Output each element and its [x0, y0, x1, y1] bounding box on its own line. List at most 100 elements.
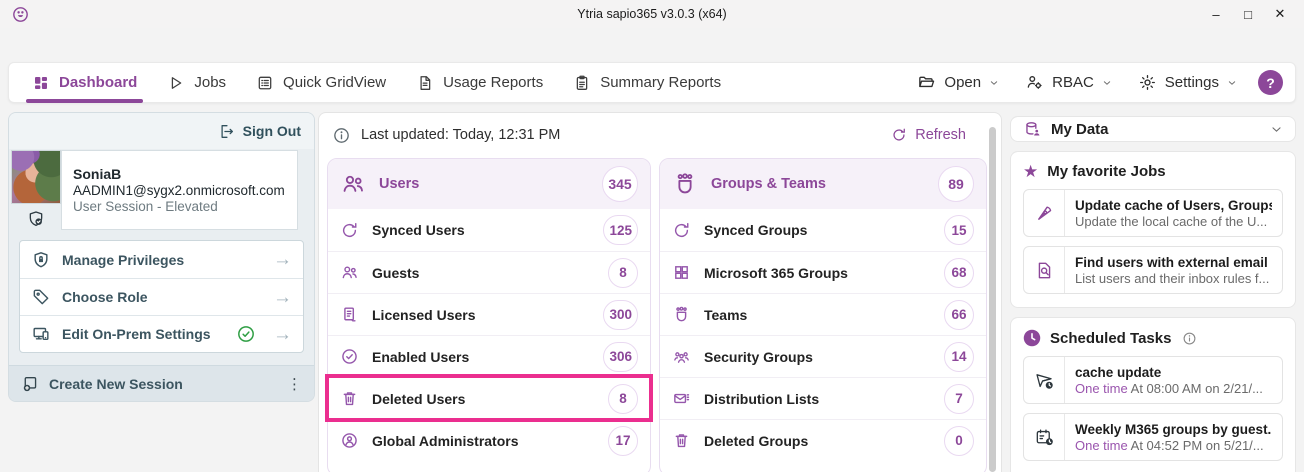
- tab-quick-gridview[interactable]: Quick GridView: [241, 63, 401, 102]
- manage-privileges-item[interactable]: Manage Privileges →: [20, 241, 303, 278]
- row-teams[interactable]: Teams 66: [660, 293, 986, 335]
- dashboard-panel: Last updated: Today, 12:31 PM Refresh Us…: [318, 112, 1002, 472]
- row-synced-users[interactable]: Synced Users 125: [328, 209, 650, 251]
- task-title: cache update: [1075, 365, 1272, 380]
- count-badge: 125: [603, 215, 638, 245]
- settings-menu[interactable]: Settings: [1125, 73, 1250, 92]
- favorite-job-item[interactable]: Find users with external email ... List …: [1023, 246, 1283, 294]
- user-email: AADMIN1@sygx2.onmicrosoft.com: [73, 183, 286, 198]
- job-title: Find users with external email ...: [1075, 255, 1272, 270]
- sign-out-label: Sign Out: [243, 123, 301, 139]
- on-prem-devices-icon: [31, 324, 51, 344]
- row-deleted-groups[interactable]: Deleted Groups 0: [660, 419, 986, 461]
- row-enabled-users[interactable]: Enabled Users 306: [328, 335, 650, 377]
- favorite-jobs-section: ★ My favorite Jobs Update cache of Users…: [1010, 151, 1296, 308]
- count-badge: 300: [603, 300, 638, 330]
- sync-icon: [672, 221, 691, 240]
- count-badge: 0: [944, 426, 974, 456]
- tab-usage-reports[interactable]: Usage Reports: [401, 63, 558, 102]
- help-button[interactable]: ?: [1258, 70, 1283, 95]
- arrow-right-icon: →: [273, 288, 292, 307]
- tab-jobs[interactable]: Jobs: [152, 63, 241, 102]
- choose-role-item[interactable]: Choose Role →: [20, 278, 303, 315]
- refresh-button[interactable]: Refresh: [891, 127, 966, 143]
- gear-icon: [1138, 73, 1157, 92]
- user-session-card: SoniaB AADMIN1@sygx2.onmicrosoft.com Use…: [11, 150, 298, 230]
- count-badge: 66: [944, 300, 974, 330]
- my-data-title: My Data: [1051, 121, 1261, 138]
- row-synced-groups[interactable]: Synced Groups 15: [660, 209, 986, 251]
- settings-menu-label: Settings: [1165, 74, 1219, 91]
- microsoft-365-grid-icon: [672, 263, 691, 282]
- task-schedule: At 04:52 PM on 5/21/...: [1131, 438, 1264, 453]
- row-microsoft-365-groups[interactable]: Microsoft 365 Groups 68: [660, 251, 986, 293]
- session-sidebar: Sign Out SoniaB AADMIN1@sygx2.onmicrosof…: [8, 112, 315, 402]
- task-schedule: At 08:00 AM on 2/21/...: [1131, 381, 1263, 396]
- edit-onprem-settings-label: Edit On-Prem Settings: [62, 326, 225, 342]
- maximize-button[interactable]: □: [1232, 1, 1264, 27]
- trash-icon: [340, 389, 359, 408]
- rbac-menu-label: RBAC: [1052, 74, 1094, 91]
- send-clock-icon: [1024, 357, 1065, 403]
- vertical-scrollbar[interactable]: [989, 127, 996, 472]
- admin-badge-icon: [340, 431, 359, 450]
- groups-teams-card-title: Groups & Teams: [711, 176, 925, 192]
- tab-label: Summary Reports: [600, 74, 721, 91]
- scheduled-tasks-section: Scheduled Tasks cache update One time At…: [1010, 317, 1296, 472]
- row-deleted-users[interactable]: Deleted Users 8: [328, 377, 650, 419]
- rbac-menu[interactable]: RBAC: [1012, 73, 1125, 92]
- calendar-clock-icon: [1024, 414, 1065, 460]
- tab-label: Usage Reports: [443, 74, 543, 91]
- task-frequency: One time: [1075, 438, 1128, 453]
- row-licensed-users[interactable]: Licensed Users 300: [328, 293, 650, 335]
- usage-report-document-icon: [416, 74, 434, 92]
- open-menu[interactable]: Open: [904, 73, 1012, 92]
- refresh-label: Refresh: [915, 127, 966, 143]
- count-badge: 68: [944, 258, 974, 288]
- scheduled-task-item[interactable]: cache update One time At 08:00 AM on 2/2…: [1023, 356, 1283, 404]
- chevron-down-icon[interactable]: [1270, 123, 1283, 136]
- dashboard-grid-icon: [32, 74, 50, 92]
- shield-check-icon: [26, 204, 46, 230]
- tab-dashboard[interactable]: Dashboard: [17, 63, 152, 102]
- minimize-button[interactable]: –: [1200, 1, 1232, 27]
- chevron-down-icon: [1102, 78, 1112, 88]
- row-guests[interactable]: Guests 8: [328, 251, 650, 293]
- row-security-groups[interactable]: Security Groups 14: [660, 335, 986, 377]
- sign-out-door-icon: [218, 123, 235, 140]
- create-new-session-label: Create New Session: [49, 376, 183, 392]
- groups-teams-card-header[interactable]: Groups & Teams 89: [660, 159, 986, 209]
- check-circle-icon: [340, 347, 359, 366]
- user-session-type: User Session - Elevated: [73, 199, 286, 214]
- count-badge: 17: [608, 426, 638, 456]
- users-total-badge: 345: [602, 166, 638, 202]
- pen-nib-icon: [1024, 190, 1065, 236]
- scheduled-task-item[interactable]: Weekly M365 groups by guest... One time …: [1023, 413, 1283, 461]
- tab-summary-reports[interactable]: Summary Reports: [558, 63, 736, 102]
- gridview-list-icon: [256, 74, 274, 92]
- count-badge: 7: [944, 384, 974, 414]
- main-navigation: Dashboard Jobs Quick GridView Usage Repo…: [8, 62, 1296, 103]
- my-data-section[interactable]: My Data: [1010, 116, 1296, 142]
- status-check-icon: [236, 324, 256, 344]
- sign-out-button[interactable]: Sign Out: [218, 123, 301, 140]
- create-new-session-button[interactable]: Create New Session ⋮: [9, 365, 314, 401]
- edit-onprem-settings-item[interactable]: Edit On-Prem Settings →: [20, 315, 303, 352]
- users-card-header[interactable]: Users 345: [328, 159, 650, 209]
- favorite-job-item[interactable]: Update cache of Users, Groups... Update …: [1023, 189, 1283, 237]
- count-badge: 306: [603, 342, 638, 372]
- trash-icon: [672, 431, 691, 450]
- job-subtitle: Update the local cache of the U...: [1075, 214, 1272, 229]
- close-button[interactable]: ✕: [1264, 1, 1296, 27]
- arrow-right-icon: →: [273, 325, 292, 344]
- tab-label: Dashboard: [59, 74, 137, 91]
- tab-label: Jobs: [194, 74, 226, 91]
- info-icon: [1182, 331, 1197, 346]
- row-global-administrators[interactable]: Global Administrators 17: [328, 419, 650, 461]
- clock-badge-icon: [1023, 329, 1041, 347]
- kebab-menu-icon[interactable]: ⋮: [287, 375, 302, 393]
- right-panel: My Data ★ My favorite Jobs Update cache …: [1010, 116, 1296, 472]
- row-distribution-lists[interactable]: Distribution Lists 7: [660, 377, 986, 419]
- summary-report-clipboard-icon: [573, 74, 591, 92]
- count-badge: 14: [944, 342, 974, 372]
